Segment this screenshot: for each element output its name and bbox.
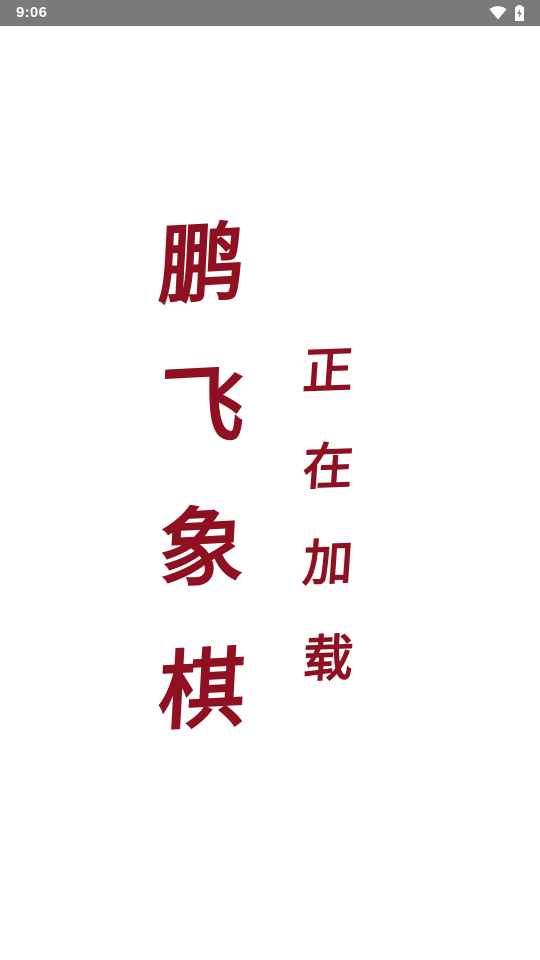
title-char-2: 飞 xyxy=(156,353,248,460)
app-title-vertical: 鹏 飞 象 棋 xyxy=(150,211,254,790)
battery-charging-icon xyxy=(515,5,524,21)
title-char-4: 棋 xyxy=(156,637,248,744)
loading-text-vertical: 正 在 加 载 xyxy=(296,340,360,730)
title-char-1: 鹏 xyxy=(156,211,248,318)
status-bar: 9:06 xyxy=(0,0,540,26)
wifi-icon xyxy=(489,6,507,20)
loading-char-2: 在 xyxy=(300,436,356,497)
loading-char-1: 正 xyxy=(300,340,356,401)
title-char-3: 象 xyxy=(156,495,248,602)
loading-char-4: 载 xyxy=(300,628,356,689)
splash-screen: 鹏 飞 象 棋 正 在 加 载 xyxy=(0,26,540,960)
loading-char-3: 加 xyxy=(300,532,356,593)
status-time: 9:06 xyxy=(16,4,48,21)
